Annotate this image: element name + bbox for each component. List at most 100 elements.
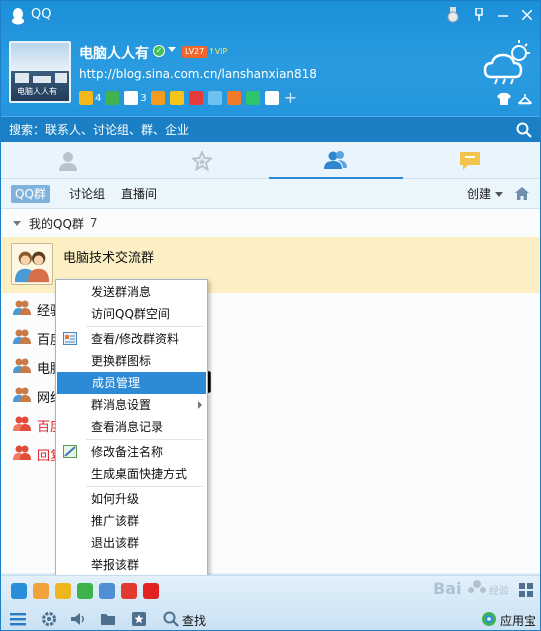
medal-icon bbox=[447, 7, 459, 23]
menu-item[interactable]: 退出该群 bbox=[56, 532, 207, 554]
qzone-star-icon[interactable] bbox=[79, 91, 93, 105]
svg-text:经验: 经验 bbox=[489, 584, 509, 597]
svg-text:Bai: Bai bbox=[433, 579, 461, 598]
menu-item[interactable]: 成员管理 bbox=[57, 372, 206, 394]
pin-button[interactable] bbox=[467, 5, 491, 25]
header-panel: QQ 电脑人人有 电脑人人有 ✓ LV27 ↑VIP http://blog.s… bbox=[1, 1, 540, 116]
tab-favorites[interactable] bbox=[135, 142, 269, 179]
wallet-icon[interactable] bbox=[169, 91, 184, 105]
collection-star-icon[interactable] bbox=[131, 611, 147, 627]
create-label: 创建 bbox=[467, 187, 492, 201]
menu-item[interactable]: 举报该群 bbox=[56, 554, 207, 576]
search-icon[interactable] bbox=[516, 122, 532, 138]
menu-item[interactable]: 推广该群 bbox=[56, 510, 207, 532]
edit-remark-icon bbox=[63, 445, 77, 458]
personal-signature[interactable]: http://blog.sina.com.cn/lanshanxian818 bbox=[79, 67, 317, 81]
tab-contacts[interactable] bbox=[1, 142, 135, 179]
tab-discussions[interactable]: 讨论组 bbox=[65, 185, 109, 203]
home-icon[interactable] bbox=[515, 187, 529, 200]
pet-icon[interactable] bbox=[207, 91, 222, 105]
groups-icon bbox=[324, 150, 347, 169]
menu-item[interactable]: 修改备注名称 bbox=[56, 441, 207, 463]
menu-item[interactable]: 查看/修改群资料 bbox=[56, 328, 207, 350]
create-group-button[interactable]: 创建 bbox=[467, 185, 504, 203]
menu-item[interactable]: 访问QQ群空间 bbox=[56, 303, 207, 325]
tab-qq-groups[interactable]: QQ群 bbox=[11, 185, 50, 203]
qq-browser-icon[interactable] bbox=[11, 583, 27, 599]
find-button-label[interactable]: 查找 bbox=[182, 612, 206, 629]
title-bar: QQ bbox=[1, 1, 540, 31]
tab-messages[interactable] bbox=[403, 142, 537, 179]
app-title: QQ bbox=[31, 7, 52, 22]
tab-groups[interactable] bbox=[269, 142, 403, 179]
close-icon bbox=[522, 10, 532, 20]
skin-button[interactable] bbox=[441, 5, 465, 25]
qq-music-icon[interactable] bbox=[245, 91, 260, 105]
video-play-icon[interactable] bbox=[77, 583, 93, 599]
main-tabs bbox=[1, 142, 540, 179]
menu-item[interactable]: 查看消息记录 bbox=[56, 416, 207, 438]
menu-item-label: 推广该群 bbox=[91, 514, 140, 528]
pin-icon bbox=[475, 8, 483, 21]
group-avatar-icon bbox=[13, 329, 31, 344]
menu-item-label: 退出该群 bbox=[91, 536, 140, 550]
menu-item[interactable]: 发送群消息 bbox=[56, 281, 207, 303]
weather-cloud-icon[interactable] bbox=[483, 39, 533, 85]
qq-game-icon[interactable] bbox=[99, 583, 115, 599]
menu-item-label: 发送群消息 bbox=[91, 285, 152, 299]
minimize-button[interactable] bbox=[491, 5, 515, 25]
group-avatar-icon bbox=[13, 358, 31, 373]
jd-icon[interactable] bbox=[143, 583, 159, 599]
game-character-icon[interactable] bbox=[33, 583, 49, 599]
menu-item[interactable]: 如何升级 bbox=[56, 488, 207, 510]
shopping-cart-icon[interactable] bbox=[150, 91, 165, 105]
close-button[interactable] bbox=[515, 5, 539, 25]
app-count-badge: 3 bbox=[140, 92, 147, 104]
qq-music-icon[interactable] bbox=[55, 583, 71, 599]
menu-item-label: 查看/修改群资料 bbox=[91, 332, 180, 346]
wardrobe-icon[interactable] bbox=[518, 93, 532, 105]
menu-separator bbox=[86, 326, 203, 327]
menu-separator bbox=[86, 439, 203, 440]
user-avatar[interactable]: 电脑人人有 bbox=[9, 41, 71, 103]
app-store-label[interactable]: 应用宝 bbox=[500, 612, 536, 629]
menu-item[interactable]: 生成桌面快捷方式 bbox=[56, 463, 207, 485]
app-count-badge: 4 bbox=[95, 92, 102, 104]
games-icon[interactable] bbox=[188, 91, 203, 105]
main-menu-icon[interactable] bbox=[10, 611, 26, 627]
find-search-icon[interactable] bbox=[163, 611, 179, 627]
group-avatar-icon bbox=[13, 445, 31, 460]
qq-browser-icon[interactable] bbox=[105, 91, 120, 105]
group-avatar-icon bbox=[13, 416, 31, 431]
minimize-icon bbox=[498, 15, 508, 17]
shirt-icon[interactable] bbox=[497, 93, 511, 105]
menu-separator bbox=[86, 486, 203, 487]
tab-live-rooms[interactable]: 直播间 bbox=[117, 185, 161, 203]
app-store-icon[interactable] bbox=[481, 611, 497, 627]
group-context-menu: 发送群消息访问QQ群空间查看/修改群资料 更换群图标成员管理群消息设置查看消息记录… bbox=[55, 279, 208, 578]
contacts-icon bbox=[59, 151, 77, 171]
menu-item-label: 群消息设置 bbox=[91, 398, 152, 412]
baidu-watermark-logo: Bai 经验 bbox=[433, 579, 509, 598]
group-category-header[interactable]: 我的QQ群 7 bbox=[1, 209, 540, 237]
menu-item[interactable]: 群消息设置 bbox=[56, 394, 207, 416]
menu-item-label: 修改备注名称 bbox=[91, 445, 164, 459]
mail-icon[interactable] bbox=[124, 91, 139, 105]
red-app-icon[interactable] bbox=[121, 583, 137, 599]
level-badge[interactable]: LV27 bbox=[182, 46, 208, 58]
search-input[interactable] bbox=[9, 121, 499, 139]
profile-apps-row: 4 3 + bbox=[79, 90, 297, 106]
menu-item[interactable]: 更换群图标 bbox=[56, 350, 207, 372]
settings-gear-icon[interactable] bbox=[41, 611, 57, 627]
menu-item-label: 如何升级 bbox=[91, 492, 140, 506]
vip-badge[interactable]: ↑VIP bbox=[208, 46, 227, 58]
qq-doctor-icon[interactable] bbox=[264, 91, 279, 105]
menu-item-label: 更换群图标 bbox=[91, 354, 152, 368]
folder-icon[interactable] bbox=[100, 611, 116, 627]
speaker-icon[interactable] bbox=[70, 611, 86, 627]
app-grid-icon[interactable] bbox=[519, 583, 533, 597]
status-dropdown-icon[interactable] bbox=[168, 47, 176, 52]
online-status-icon[interactable]: ✓ bbox=[153, 45, 165, 57]
weibo-icon[interactable] bbox=[226, 91, 241, 105]
add-app-icon[interactable]: + bbox=[284, 90, 297, 106]
